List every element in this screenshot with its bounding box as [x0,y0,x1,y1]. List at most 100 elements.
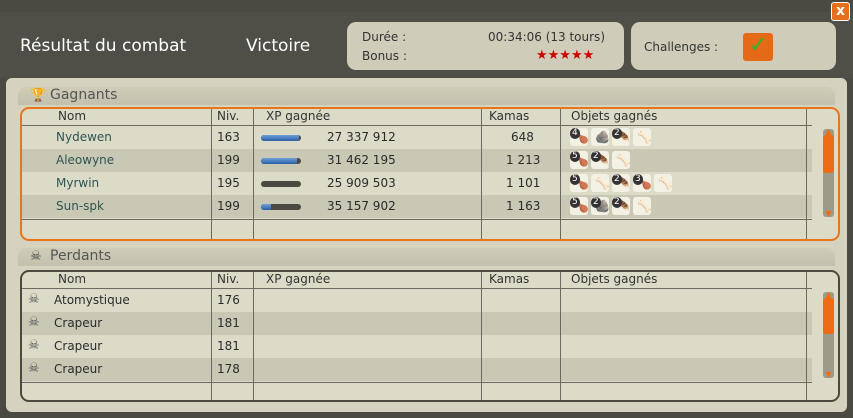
table-row[interactable]: ☠ Atomystique 176 [22,289,812,312]
item-slot[interactable]: 🍗 5 [570,197,589,215]
monster-name: Atomystique [54,293,130,307]
trophy-icon: 🏆 [30,88,47,103]
challenge-success-icon[interactable]: ✓ [743,33,773,61]
player-level: 195 [217,176,240,190]
fight-info-panel: Durée : 00:34:06 (13 tours) Bonus : ★★★★… [347,22,624,70]
column-divider [560,272,561,400]
xp-bar [261,204,301,210]
player-name: Sun-spk [56,199,104,213]
item-slot[interactable]: 🍗 4 [570,128,589,146]
col-kamas: Kamas [489,272,530,286]
duration-value: 00:34:06 (13 tours) [488,30,605,44]
item-slot[interactable]: 🪨 [591,128,610,146]
divider [22,382,812,383]
xp-value: 31 462 195 [327,153,396,167]
table-row[interactable]: Myrwin 195 25 909 503 1 101 🍗 5 🦴 🪶 2 🍗 3 🦴 [22,172,812,195]
losers-scrollbar[interactable]: ▲ ▼ [823,291,834,379]
table-row[interactable]: ☠ Crapeur 181 [22,312,812,335]
winners-header: 🏆 Gagnants [18,87,835,105]
table-row[interactable]: Sun-spk 199 35 157 902 1 163 🍗 5 🪨 2 🪶 2 🦴 [22,195,812,218]
monster-name: Crapeur [54,362,103,376]
col-items: Objets gagnés [571,272,658,286]
kamas-value: 1 163 [506,199,541,213]
losers-header: ☠ Perdants [18,248,835,266]
player-name: Aleowyne [56,153,115,167]
fight-result: Victoire [246,36,311,56]
item-slot[interactable]: 🍗 5 [570,174,589,192]
kamas-value: 1 213 [506,153,541,167]
col-name: Nom [58,272,87,286]
winners-scrollbar[interactable]: ▲ ▼ [823,128,834,218]
column-divider [481,109,482,239]
col-level: Niv. [217,109,240,123]
monster-level: 178 [217,362,240,376]
skull-icon: ☠ [30,249,42,264]
kamas-value: 1 101 [506,176,541,190]
column-divider [806,272,807,400]
column-divider [560,109,561,239]
column-divider [211,109,212,239]
player-level: 163 [217,130,240,144]
monster-level: 176 [217,293,240,307]
losers-table: Nom Niv. XP gagnée Kamas Objets gagnés ☠… [20,270,840,402]
divider [22,219,812,220]
kamas-value: 648 [511,130,534,144]
close-button[interactable]: x [831,2,850,21]
col-xp: XP gagnée [266,109,331,123]
player-name: Myrwin [56,176,100,190]
xp-bar [261,181,301,187]
item-slot[interactable]: 🦴 [591,174,610,192]
item-slot[interactable]: 🦴 [612,151,631,169]
column-divider [253,109,254,239]
skull-icon: ☠ [28,292,40,307]
xp-bar [261,135,301,141]
player-level: 199 [217,199,240,213]
scroll-thumb[interactable] [823,298,834,334]
monster-level: 181 [217,316,240,330]
close-icon: x [835,3,846,19]
item-slot[interactable]: 🦴 [654,174,673,192]
item-slot[interactable]: 🪶 2 [612,128,631,146]
table-row[interactable]: Aleowyne 199 31 462 195 1 213 🍗 5 🪶 2 🦴 [22,149,812,172]
table-row[interactable]: Nydewen 163 27 337 912 648 🍗 4 🪨 🪶 2 🦴 [22,126,812,149]
winners-table: Nom Niv. XP gagnée Kamas Objets gagnés N… [20,107,840,241]
skull-icon: ☠ [28,315,40,330]
item-slot[interactable]: 🪶 2 [591,151,610,169]
xp-value: 35 157 902 [327,199,396,213]
xp-value: 25 909 503 [327,176,396,190]
column-divider [253,272,254,400]
losers-title: Perdants [50,248,112,264]
col-name: Nom [58,109,87,123]
challenges-label: Challenges : [644,40,719,54]
item-slot[interactable]: 🪶 2 [612,197,631,215]
item-slot[interactable]: 🦴 [633,128,652,146]
monster-level: 181 [217,339,240,353]
table-row[interactable]: ☠ Crapeur 181 [22,335,812,358]
skull-icon: ☠ [28,338,40,353]
column-divider [211,272,212,400]
item-slot[interactable]: 🦴 [633,197,652,215]
column-divider [806,109,807,239]
player-name: Nydewen [56,130,112,144]
item-slot[interactable]: 🪨 2 [591,197,610,215]
monster-name: Crapeur [54,339,103,353]
bonus-stars: ★★★★★ [536,48,595,63]
scroll-thumb[interactable] [823,135,834,173]
challenges-panel: Challenges : ✓ [631,22,836,70]
duration-label: Durée : [362,30,407,44]
col-items: Objets gagnés [571,109,658,123]
xp-bar [261,158,301,164]
bonus-label: Bonus : [362,49,407,63]
window-title: Résultat du combat [20,36,187,56]
item-slot[interactable]: 🪶 2 [612,174,631,192]
col-level: Niv. [217,272,240,286]
item-slot[interactable]: 🍗 5 [570,151,589,169]
winners-title: Gagnants [50,87,118,103]
table-row[interactable]: ☠ Crapeur 178 [22,358,812,381]
col-kamas: Kamas [489,109,530,123]
skull-icon: ☠ [28,361,40,376]
column-divider [481,272,482,400]
item-slot[interactable]: 🍗 3 [633,174,652,192]
col-xp: XP gagnée [266,272,331,286]
results-panel: 🏆 Gagnants Nom Niv. XP gagnée Kamas Obje… [6,78,847,412]
